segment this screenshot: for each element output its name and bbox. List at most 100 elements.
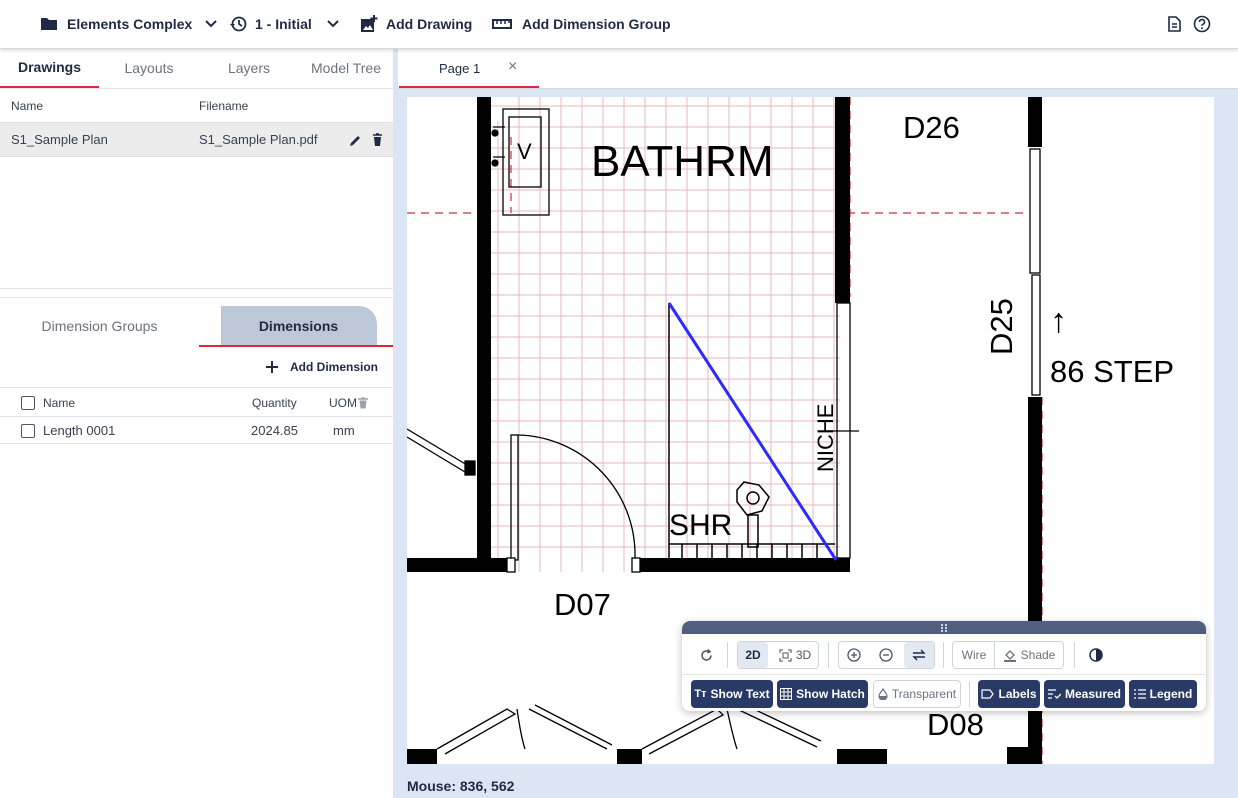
labels-label: Labels xyxy=(998,687,1037,701)
fit-view-button[interactable] xyxy=(904,642,934,668)
chevron-down-icon xyxy=(327,20,339,28)
add-drawing-label: Add Drawing xyxy=(386,16,473,32)
dimensions-header-uom: UOM xyxy=(329,396,357,410)
rotate-icon xyxy=(700,648,712,661)
room-label-d26: D26 xyxy=(903,110,960,145)
bathroom-door xyxy=(506,434,641,573)
list-icon xyxy=(1133,689,1146,699)
document-button[interactable] xyxy=(1166,0,1182,48)
drag-grip-icon xyxy=(941,624,947,632)
measured-label: Measured xyxy=(1064,687,1122,701)
room-label-step: 86 STEP xyxy=(1050,354,1174,389)
add-drawing-button[interactable]: Add Drawing xyxy=(360,0,472,48)
swap-arrows-icon xyxy=(912,649,926,661)
version-selector[interactable]: 1 - Initial xyxy=(229,0,340,48)
zoom-out-button[interactable] xyxy=(872,642,900,668)
plus-icon xyxy=(266,361,278,373)
contrast-button[interactable] xyxy=(1084,641,1108,669)
separator xyxy=(828,642,829,668)
close-tab-icon[interactable]: × xyxy=(508,58,517,76)
show-hatch-button[interactable]: Show Hatch xyxy=(777,680,868,708)
room-label-bathrm: BATHRM xyxy=(591,137,774,186)
dimension-quantity: 2024.85 xyxy=(251,423,298,438)
help-icon xyxy=(1193,15,1211,33)
toolbar-row-divider xyxy=(682,674,1206,675)
measured-button[interactable]: Measured xyxy=(1044,680,1125,708)
section-divider xyxy=(0,288,393,289)
wire-button[interactable]: Wire xyxy=(954,642,994,668)
history-icon xyxy=(230,16,247,32)
separator xyxy=(1074,642,1075,668)
mode-2d-button[interactable]: 2D xyxy=(738,642,768,668)
show-text-button[interactable]: Tт Show Text xyxy=(691,680,773,708)
arrow-up-icon: ↑ xyxy=(1050,302,1067,340)
zoom-in-button[interactable] xyxy=(840,642,868,668)
tab-drawings[interactable]: Drawings xyxy=(0,48,99,88)
left-door xyxy=(407,428,476,476)
tab-dimension-groups[interactable]: Dimension Groups xyxy=(0,306,199,346)
section-divider-2 xyxy=(0,297,393,298)
tab-model-tree[interactable]: Model Tree xyxy=(299,48,393,88)
measured-list-icon xyxy=(1047,689,1061,699)
shade-button[interactable]: Shade xyxy=(996,642,1062,668)
drawing-name: S1_Sample Plan xyxy=(11,132,108,147)
version-label: 1 - Initial xyxy=(255,16,312,32)
row-checkbox[interactable] xyxy=(21,424,35,438)
delete-all-icon[interactable] xyxy=(358,397,368,409)
mode-3d-button[interactable]: 3D xyxy=(774,642,816,668)
separator xyxy=(969,681,970,707)
cube-scan-icon xyxy=(779,648,792,662)
help-button[interactable] xyxy=(1193,0,1211,48)
status-bar: Mouse: 836, 562 xyxy=(398,774,1238,798)
dimensions-header-name: Name xyxy=(43,396,76,410)
ruler-icon xyxy=(492,19,512,29)
chevron-down-icon xyxy=(205,20,217,28)
mouse-coordinates: Mouse: 836, 562 xyxy=(407,778,515,794)
dimension-name: Length 0001 xyxy=(43,423,116,438)
page-tab-label: Page 1 xyxy=(439,61,481,76)
room-label-d08: D08 xyxy=(927,707,984,742)
edit-icon[interactable] xyxy=(349,134,362,147)
project-selector[interactable]: Elements Complex xyxy=(40,0,218,48)
dimensions-toolbar-divider xyxy=(0,387,393,388)
add-dimension-label: Add Dimension xyxy=(290,360,379,374)
separator xyxy=(727,642,728,668)
folder-icon xyxy=(41,18,57,30)
room-label-niche: NICHE xyxy=(813,404,838,472)
add-image-icon xyxy=(361,15,378,32)
window-d25 xyxy=(1029,148,1041,396)
top-toolbar: Elements Complex 1 - Initial Add Drawing… xyxy=(0,0,1238,49)
separator xyxy=(943,642,944,668)
reset-view-button[interactable] xyxy=(694,641,718,669)
view-toolbar: 2D 3D Wire Shade Tт Show Text Show Hatch… xyxy=(682,621,1206,711)
transparent-button[interactable]: Transparent xyxy=(873,680,961,708)
labels-button[interactable]: Labels xyxy=(978,680,1040,708)
zoom-in-icon xyxy=(847,648,861,662)
select-all-checkbox[interactable] xyxy=(21,396,35,410)
toolbar-drag-handle[interactable] xyxy=(682,621,1206,634)
legend-button[interactable]: Legend xyxy=(1129,680,1197,708)
add-dimension-button[interactable]: Add Dimension xyxy=(266,354,378,380)
delete-icon[interactable] xyxy=(372,133,383,147)
project-name: Elements Complex xyxy=(67,16,193,32)
tab-dimensions[interactable]: Dimensions xyxy=(199,306,398,347)
room-label-d25: D25 xyxy=(984,298,1019,355)
separator xyxy=(994,642,995,668)
tab-layouts[interactable]: Layouts xyxy=(99,48,199,88)
legend-label: Legend xyxy=(1149,687,1193,701)
tabs-divider xyxy=(0,88,393,89)
room-label-d07: D07 xyxy=(554,587,611,622)
drawings-header-name: Name xyxy=(11,99,44,113)
label-tag-icon xyxy=(981,689,995,699)
add-dimension-group-button[interactable]: Add Dimension Group xyxy=(492,0,671,48)
show-hatch-label: Show Hatch xyxy=(796,687,865,701)
room-label-shr: SHR xyxy=(669,509,732,542)
add-dimension-group-label: Add Dimension Group xyxy=(522,16,671,32)
dimensions-header-quantity: Quantity xyxy=(252,396,297,410)
text-format-icon: Tт xyxy=(694,688,707,700)
mode-3d-label: 3D xyxy=(795,648,812,662)
basin-label: V xyxy=(517,139,532,164)
paint-bucket-icon xyxy=(1003,650,1016,662)
shade-label: Shade xyxy=(1020,648,1056,662)
tab-layers[interactable]: Layers xyxy=(199,48,299,88)
